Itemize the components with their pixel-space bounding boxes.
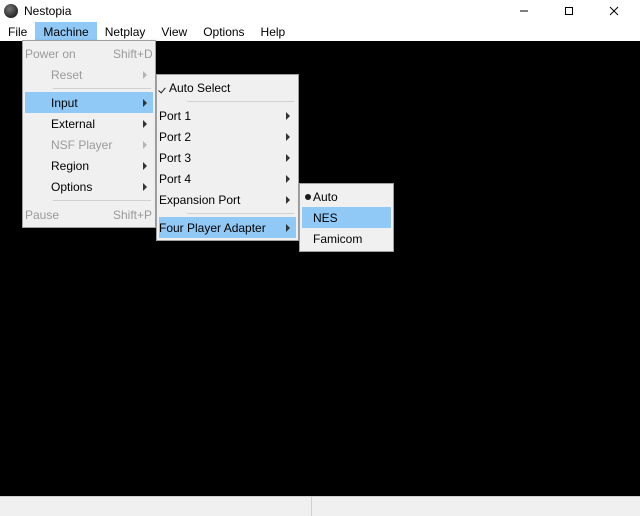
title-bar: Nestopia [0, 0, 640, 22]
menu-options[interactable]: Options [25, 176, 153, 197]
maximize-icon [564, 6, 574, 16]
status-segment-1 [0, 497, 312, 516]
chevron-right-icon [143, 141, 147, 149]
input-submenu: Auto Select Port 1 Port 2 Port 3 Port 4 … [156, 74, 299, 241]
menu-separator [187, 101, 294, 102]
menu-fpa-auto[interactable]: Auto [302, 186, 391, 207]
radio-dot-icon [305, 194, 311, 200]
chevron-right-icon [143, 120, 147, 128]
chevron-right-icon [286, 112, 290, 120]
menu-external[interactable]: External [25, 113, 153, 134]
menu-region[interactable]: Region [25, 155, 153, 176]
menu-bar: File Machine Netplay View Options Help [0, 22, 640, 41]
menu-reset: Reset [25, 64, 153, 85]
chevron-right-icon [143, 162, 147, 170]
menu-power-on: Power on Shift+D [25, 43, 153, 64]
menu-fpa-nes[interactable]: NES [302, 207, 391, 228]
menu-fpa-famicom[interactable]: Famicom [302, 228, 391, 249]
chevron-right-icon [286, 224, 290, 232]
menu-pause: Pause Shift+P [25, 204, 153, 225]
menu-netplay[interactable]: Netplay [97, 22, 154, 41]
menu-separator [187, 213, 294, 214]
chevron-right-icon [286, 154, 290, 162]
minimize-button[interactable] [501, 0, 546, 22]
status-bar [0, 496, 640, 516]
window-title: Nestopia [24, 4, 71, 18]
menu-input[interactable]: Input [25, 92, 153, 113]
menu-port-4[interactable]: Port 4 [159, 168, 296, 189]
machine-dropdown: Power on Shift+D Reset Input External NS… [22, 40, 156, 228]
menu-nsf-player: NSF Player [25, 134, 153, 155]
minimize-icon [519, 6, 529, 16]
menu-port-3[interactable]: Port 3 [159, 147, 296, 168]
four-player-adapter-submenu: Auto NES Famicom [299, 183, 394, 252]
menu-separator [53, 200, 151, 201]
close-button[interactable] [591, 0, 636, 22]
chevron-right-icon [286, 196, 290, 204]
chevron-right-icon [143, 99, 147, 107]
menu-four-player-adapter[interactable]: Four Player Adapter [159, 217, 296, 238]
menu-expansion-port[interactable]: Expansion Port [159, 189, 296, 210]
menu-help[interactable]: Help [253, 22, 294, 41]
chevron-right-icon [143, 183, 147, 191]
menu-port-1[interactable]: Port 1 [159, 105, 296, 126]
menu-file[interactable]: File [0, 22, 35, 41]
menu-auto-select[interactable]: Auto Select [159, 77, 296, 98]
menu-options[interactable]: Options [195, 22, 252, 41]
chevron-right-icon [286, 175, 290, 183]
window-controls [501, 0, 636, 22]
menu-separator [53, 88, 151, 89]
menu-view[interactable]: View [153, 22, 195, 41]
chevron-right-icon [286, 133, 290, 141]
menu-machine[interactable]: Machine [35, 22, 96, 41]
chevron-right-icon [143, 71, 147, 79]
app-icon [4, 4, 18, 18]
menu-port-2[interactable]: Port 2 [159, 126, 296, 147]
check-icon [159, 83, 169, 93]
maximize-button[interactable] [546, 0, 591, 22]
status-segment-2 [312, 497, 640, 516]
close-icon [609, 6, 619, 16]
